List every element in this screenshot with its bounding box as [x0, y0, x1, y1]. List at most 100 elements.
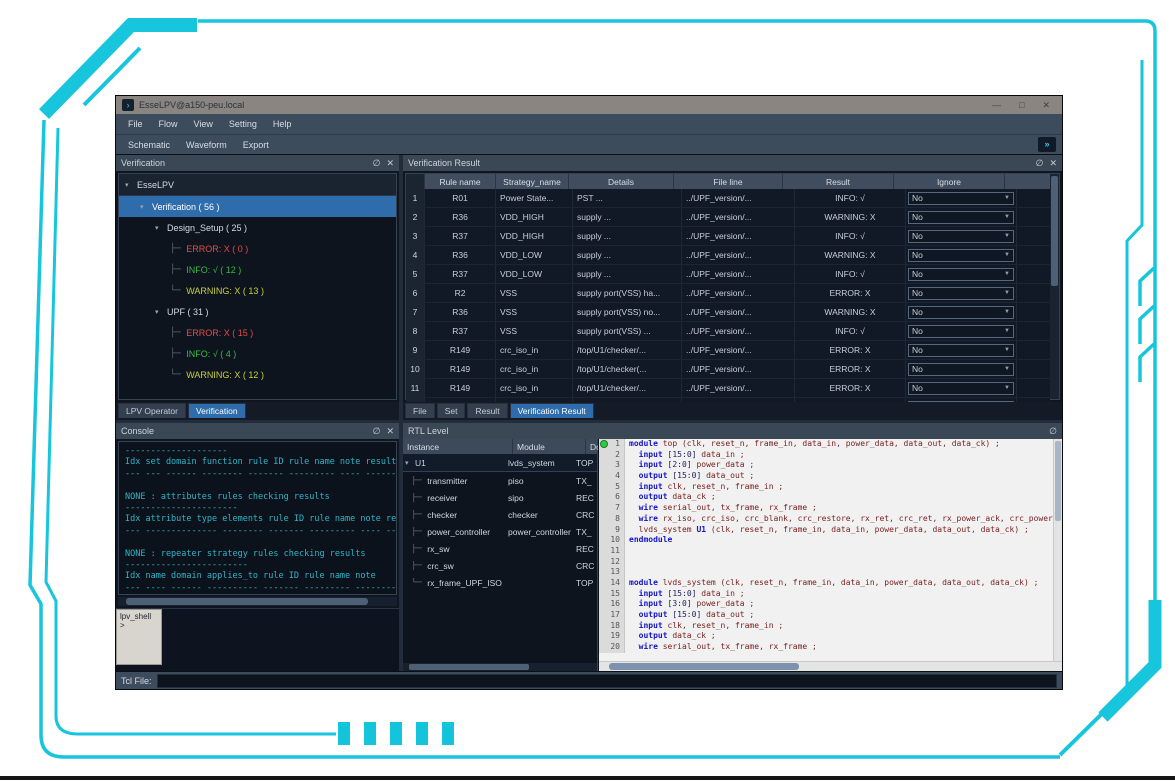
code-line[interactable]: 10endmodule — [599, 535, 1053, 546]
code-line[interactable]: 11 — [599, 546, 1053, 557]
rtl-tree-row[interactable]: ├─ rx_swREC — [403, 540, 597, 557]
shell-prompt[interactable]: lpv_shell > — [116, 609, 162, 665]
table-row[interactable]: 5R37VDD_LOWsupply ...../UPF_version/...I… — [406, 265, 1050, 284]
code-line[interactable]: 5 input clk, reset_n, frame_in ; — [599, 482, 1053, 493]
code-hscrollbar[interactable] — [599, 661, 1062, 671]
code-lines[interactable]: 1module top (clk, reset_n, frame_in, dat… — [599, 439, 1053, 661]
code-line[interactable]: 9 lvds_system U1 (clk, reset_n, frame_in… — [599, 525, 1053, 536]
tree-item[interactable]: ▾Verification ( 56 ) — [119, 196, 396, 217]
toolbar-item-export[interactable]: Export — [235, 138, 277, 152]
column-header[interactable]: Details — [569, 174, 674, 189]
menu-item-setting[interactable]: Setting — [221, 117, 265, 131]
ignore-combobox[interactable]: No▼ — [908, 249, 1014, 262]
float-panel-icon[interactable]: ∅ — [373, 158, 381, 169]
rtl-tree-row[interactable]: ├─ crc_swCRC — [403, 557, 597, 574]
code-line[interactable]: 15 input [15:0] data_in ; — [599, 589, 1053, 600]
ignore-combobox[interactable]: No▼ — [908, 230, 1014, 243]
ignore-combobox[interactable]: No▼ — [908, 363, 1014, 376]
ignore-combobox[interactable]: No▼ — [908, 325, 1014, 338]
caret-down-icon[interactable]: ▾ — [140, 203, 152, 211]
title-bar[interactable]: › EsseLPV@a150-peu.local — □ ✕ — [116, 96, 1062, 114]
table-row[interactable]: 4R36VDD_LOWsupply ...../UPF_version/...W… — [406, 246, 1050, 265]
ignore-combobox[interactable]: No▼ — [908, 287, 1014, 300]
tab-verification[interactable]: Verification — [188, 403, 246, 418]
code-line[interactable]: 12 — [599, 557, 1053, 568]
ignore-combobox[interactable]: No▼ — [908, 211, 1014, 224]
code-line[interactable]: 1module top (clk, reset_n, frame_in, dat… — [599, 439, 1053, 450]
tree-item[interactable]: ▾EsseLPV — [119, 174, 396, 196]
toolbar-overflow-button[interactable]: » — [1038, 137, 1056, 152]
code-line[interactable]: 6 output data_ck ; — [599, 492, 1053, 503]
code-vscrollbar[interactable] — [1053, 439, 1062, 661]
tree-item[interactable]: ├─ INFO: √ ( 12 ) — [119, 259, 396, 280]
menu-item-flow[interactable]: Flow — [151, 117, 186, 131]
tree-item[interactable]: └─ WARNING: X ( 13 ) — [119, 280, 396, 301]
rtl-column-header[interactable]: Instance — [403, 439, 513, 454]
tree-item[interactable]: ├─ INFO: √ ( 4 ) — [119, 343, 396, 364]
table-row[interactable]: 9R149crc_iso_in/top/U1/checker/...../UPF… — [406, 341, 1050, 360]
ignore-combobox[interactable]: No▼ — [908, 268, 1014, 281]
rtl-tree-hscrollbar[interactable] — [403, 663, 597, 671]
result-table-vscrollbar[interactable] — [1050, 174, 1059, 399]
ignore-combobox[interactable]: No▼ — [908, 344, 1014, 357]
table-row[interactable]: 8R37VSSsupply port(VSS) ...../UPF_versio… — [406, 322, 1050, 341]
code-line[interactable]: 17 output [15:0] data_out ; — [599, 610, 1053, 621]
tab-verification-result[interactable]: Verification Result — [510, 403, 594, 418]
tcl-file-input[interactable] — [157, 674, 1057, 688]
console-hscrollbar[interactable] — [118, 597, 397, 606]
tab-lpv-operator[interactable]: LPV Operator — [118, 403, 186, 418]
code-line[interactable]: 20 wire serial_out, tx_frame, rx_frame ; — [599, 642, 1053, 653]
tab-file[interactable]: File — [405, 403, 435, 418]
code-line[interactable]: 19 output data_ck ; — [599, 631, 1053, 642]
rtl-tree-row[interactable]: ├─ checkercheckerCRC — [403, 506, 597, 523]
float-panel-icon[interactable]: ∅ — [1049, 426, 1057, 437]
column-header[interactable]: File line — [674, 174, 783, 189]
menu-item-file[interactable]: File — [120, 117, 151, 131]
code-line[interactable]: 8 wire rx_iso, crc_iso, crc_blank, crc_r… — [599, 514, 1053, 525]
rtl-column-header[interactable]: Module — [513, 439, 586, 454]
table-row[interactable]: 7R36VSSsupply port(VSS) no...../UPF_vers… — [406, 303, 1050, 322]
caret-down-icon[interactable]: ▾ — [125, 181, 137, 189]
close-panel-icon[interactable]: ✕ — [386, 426, 394, 437]
menu-item-help[interactable]: Help — [265, 117, 300, 131]
rtl-tree-row[interactable]: ├─ transmitterpisoTX_ — [403, 472, 597, 489]
ignore-combobox[interactable]: No▼ — [908, 382, 1014, 395]
ignore-combobox[interactable]: No▼ — [908, 192, 1014, 205]
tree-item[interactable]: ▾Design_Setup ( 25 ) — [119, 217, 396, 238]
table-row[interactable]: 6R2VSSsupply port(VSS) ha...../UPF_versi… — [406, 284, 1050, 303]
rtl-tree-row[interactable]: ├─ power_controllerpower_controllerTX_ — [403, 523, 597, 540]
code-line[interactable]: 2 input [15:0] data_in ; — [599, 450, 1053, 461]
table-row[interactable]: 11R149crc_iso_in/top/U1/checker/...../UP… — [406, 379, 1050, 398]
rtl-tree-row[interactable]: └─ rx_frame_UPF_ISOTOP — [403, 574, 597, 591]
toolbar-item-schematic[interactable]: Schematic — [120, 138, 178, 152]
caret-down-icon[interactable]: ▾ — [155, 308, 167, 316]
close-panel-icon[interactable]: ✕ — [1049, 158, 1057, 169]
code-line[interactable]: 14module lvds_system (clk, reset_n, fram… — [599, 578, 1053, 589]
tab-result[interactable]: Result — [467, 403, 507, 418]
column-header[interactable]: Result — [783, 174, 894, 189]
code-line[interactable]: 3 input [2:0] power_data ; — [599, 460, 1053, 471]
console-output[interactable]: -------------------- Idx set domain func… — [119, 442, 396, 594]
table-row[interactable]: 2R36VDD_HIGHsupply ...../UPF_version/...… — [406, 208, 1050, 227]
ignore-combobox[interactable]: No▼ — [908, 306, 1014, 319]
caret-down-icon[interactable]: ▾ — [403, 459, 415, 467]
caret-down-icon[interactable]: ▾ — [155, 224, 167, 232]
table-row[interactable]: 3R37VDD_HIGHsupply ...../UPF_version/...… — [406, 227, 1050, 246]
code-line[interactable]: 16 input [3:0] power_data ; — [599, 599, 1053, 610]
code-line[interactable]: 4 output [15:0] data_out ; — [599, 471, 1053, 482]
rtl-tree-row[interactable]: ├─ receiversipoREC — [403, 489, 597, 506]
tree-item[interactable]: ▾UPF ( 31 ) — [119, 301, 396, 322]
column-header[interactable]: Ignore — [894, 174, 1005, 189]
close-button[interactable]: ✕ — [1042, 100, 1050, 111]
rtl-tree-row[interactable]: ▾U1lvds_systemTOP — [403, 454, 597, 472]
breakpoint-marker-icon[interactable] — [600, 440, 608, 448]
code-line[interactable]: 13 — [599, 567, 1053, 578]
tree-item[interactable]: ├─ ERROR: X ( 0 ) — [119, 238, 396, 259]
close-panel-icon[interactable]: ✕ — [386, 158, 394, 169]
column-header[interactable]: Rule name — [425, 174, 496, 189]
menu-item-view[interactable]: View — [186, 117, 221, 131]
table-row[interactable]: 10R149crc_iso_in/top/U1/checker(...../UP… — [406, 360, 1050, 379]
maximize-button[interactable]: □ — [1019, 100, 1024, 111]
minimize-button[interactable]: — — [992, 100, 1001, 111]
table-row[interactable]: 1R01Power State...PST ...../UPF_version/… — [406, 189, 1050, 208]
